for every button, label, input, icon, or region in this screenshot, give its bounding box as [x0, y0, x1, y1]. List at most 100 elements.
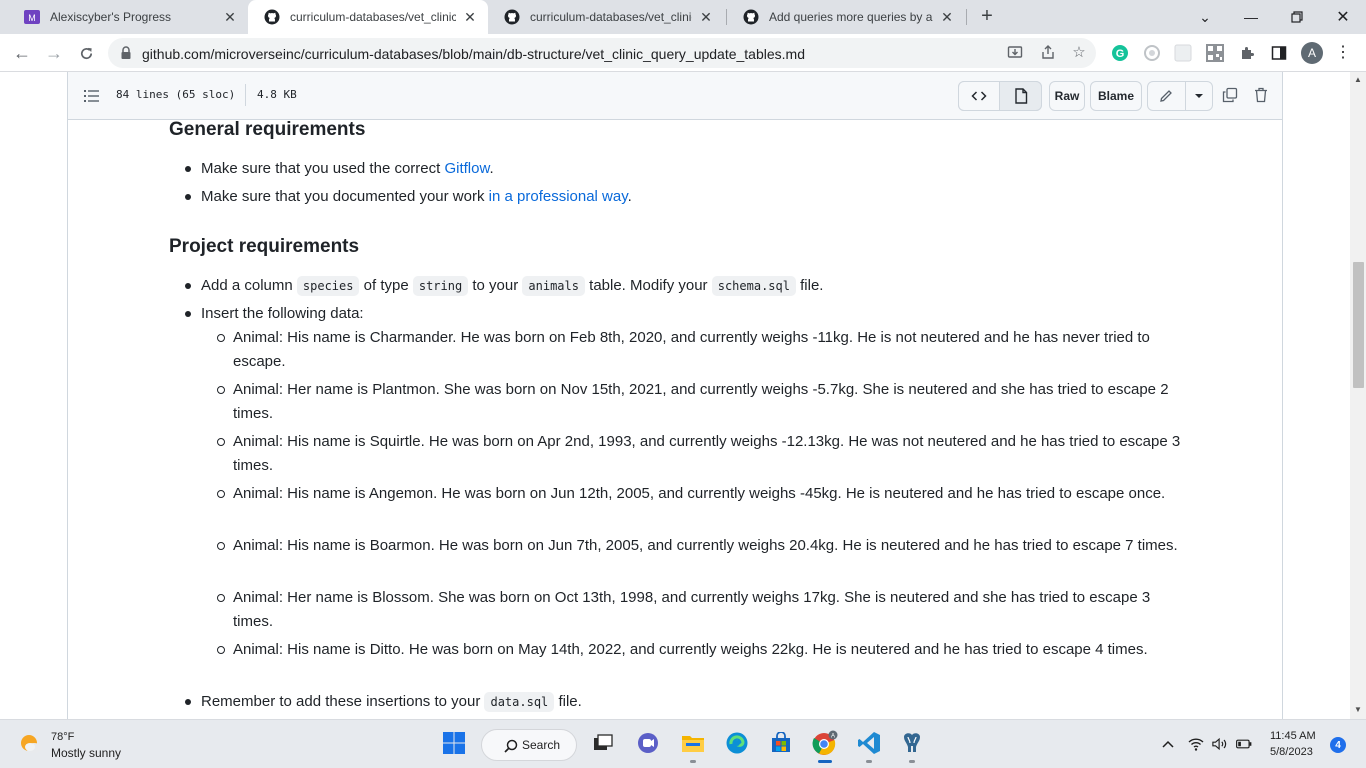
windows-start-icon[interactable]	[441, 730, 467, 756]
search-label: Search	[522, 738, 561, 752]
list-item: Add a column species of type string to y…	[184, 274, 823, 298]
speaker-icon[interactable]	[1212, 736, 1228, 752]
github-icon	[504, 9, 520, 25]
scroll-up-arrow-icon[interactable]: ▲	[1354, 76, 1362, 84]
list-text: file.	[554, 693, 582, 710]
close-icon[interactable]: ✕	[939, 9, 955, 25]
blame-button[interactable]: Blame	[1090, 81, 1142, 111]
inline-code: animals	[522, 276, 585, 296]
url-text[interactable]: github.com/microverseinc/curriculum-data…	[142, 46, 805, 62]
running-indicator-active	[818, 760, 832, 763]
professional-way-link[interactable]: in a professional way	[489, 188, 628, 205]
menu-kebab-icon[interactable]: ⋮	[1334, 43, 1352, 61]
list-text: .	[489, 160, 494, 177]
tab-progress[interactable]: M Alexiscyber's Progress ✕	[8, 0, 248, 34]
reload-button[interactable]	[74, 41, 98, 65]
raw-button[interactable]: Raw	[1049, 81, 1085, 111]
outline-list-icon[interactable]	[82, 86, 102, 106]
extensions-puzzle-icon[interactable]	[1237, 43, 1257, 63]
chrome-icon[interactable]: A	[812, 730, 838, 756]
gitflow-link[interactable]: Gitflow	[444, 160, 489, 177]
preview-view-button[interactable]	[999, 81, 1042, 111]
file-explorer-icon[interactable]	[680, 730, 706, 756]
list-text: Add a column	[201, 277, 297, 294]
weather-sun-icon[interactable]	[18, 731, 44, 757]
animal-list-item: Animal: His name is Charmander. He was b…	[217, 326, 1183, 374]
code-icon	[971, 91, 987, 101]
minimize-button[interactable]: —	[1228, 0, 1274, 34]
address-bar[interactable]: github.com/microverseinc/curriculum-data…	[108, 38, 1096, 68]
running-indicator	[690, 760, 696, 763]
list-text: Remember to add these insertions to your	[201, 693, 485, 710]
close-icon[interactable]: ✕	[222, 9, 238, 25]
tab-add-queries[interactable]: Add queries more queries by alex ✕	[727, 0, 965, 34]
scroll-down-arrow-icon[interactable]: ▼	[1354, 706, 1362, 714]
general-requirements-heading: General requirements	[169, 119, 366, 140]
lock-icon[interactable]	[120, 46, 132, 60]
notification-badge[interactable]: 4	[1330, 737, 1346, 753]
new-tab-button[interactable]: +	[977, 6, 997, 26]
pencil-icon[interactable]	[1156, 86, 1176, 106]
tab-vet-clinic-active[interactable]: curriculum-databases/vet_clinic_q ✕	[248, 0, 488, 34]
github-icon	[743, 9, 759, 25]
forward-button[interactable]: →	[42, 41, 66, 65]
microverse-icon: M	[24, 9, 40, 25]
window-close-button[interactable]: ✕	[1320, 0, 1366, 34]
copy-icon[interactable]	[1220, 85, 1240, 105]
svg-text:M: M	[28, 13, 36, 23]
task-view-icon[interactable]	[590, 730, 616, 756]
inline-code: data.sql	[484, 692, 555, 712]
bookmark-star-icon[interactable]: ☆	[1070, 43, 1088, 61]
trash-icon[interactable]	[1251, 85, 1271, 105]
chevron-up-icon[interactable]	[1160, 736, 1176, 752]
postgresql-elephant-icon[interactable]	[899, 730, 925, 756]
extension-square-icon[interactable]	[1173, 43, 1193, 63]
tab-title: curriculum-databases/vet_clinic_q	[290, 10, 456, 24]
weather-temperature[interactable]: 78°F	[51, 731, 74, 743]
file-lines-info: 84 lines (65 sloc)	[116, 88, 236, 101]
microsoft-store-icon[interactable]	[768, 730, 794, 756]
close-icon[interactable]: ✕	[698, 9, 714, 25]
list-text: Make sure that you used the correct	[201, 160, 445, 177]
page-scrollbar[interactable]: ▲ ▼	[1350, 72, 1366, 719]
running-indicator	[909, 760, 915, 763]
teams-chat-icon[interactable]	[635, 730, 661, 756]
maximize-button[interactable]	[1274, 0, 1320, 34]
profile-avatar[interactable]: A	[1301, 42, 1323, 64]
wifi-icon[interactable]	[1188, 736, 1204, 752]
inline-code: string	[412, 276, 469, 296]
taskbar-search[interactable]: Search	[481, 729, 577, 761]
animal-list-item: Animal: Her name is Plantmon. She was bo…	[217, 378, 1183, 426]
battery-icon[interactable]	[1236, 736, 1252, 752]
back-button[interactable]: ←	[10, 41, 34, 65]
code-view-button[interactable]	[958, 81, 1000, 111]
scroll-thumb[interactable]	[1353, 262, 1364, 388]
clock-time[interactable]: 11:45 AM	[1270, 730, 1316, 742]
close-icon[interactable]: ✕	[462, 9, 478, 25]
animal-list-item: Animal: His name is Angemon. He was born…	[217, 482, 1183, 506]
install-icon[interactable]	[1006, 43, 1024, 61]
extension-circle-icon[interactable]	[1142, 43, 1162, 63]
list-text: of type	[359, 277, 413, 294]
running-indicator	[866, 760, 872, 763]
divider	[245, 84, 246, 106]
vscode-icon[interactable]	[856, 730, 882, 756]
share-icon[interactable]	[1039, 43, 1057, 61]
animal-list-item: Animal: His name is Boarmon. He was born…	[217, 534, 1183, 558]
divider	[1185, 82, 1186, 110]
list-item: Remember to add these insertions to your…	[185, 690, 582, 714]
caret-down-icon[interactable]	[1189, 86, 1209, 106]
tab-search-chevron-icon[interactable]: ⌄	[1182, 0, 1228, 34]
tab-title: Alexiscyber's Progress	[50, 10, 171, 24]
qr-code-icon[interactable]	[1205, 43, 1225, 63]
weather-description[interactable]: Mostly sunny	[51, 746, 121, 760]
edge-browser-icon[interactable]	[724, 730, 750, 756]
file-size: 4.8 KB	[257, 88, 297, 101]
github-icon	[264, 9, 280, 25]
side-panel-icon[interactable]	[1269, 43, 1289, 63]
clock-date[interactable]: 5/8/2023	[1270, 746, 1313, 758]
svg-text:A: A	[831, 734, 835, 740]
file-header: 84 lines (65 sloc) 4.8 KB Raw Blame	[68, 72, 1282, 120]
grammarly-icon[interactable]: G	[1110, 43, 1130, 63]
tab-vet-clinic[interactable]: curriculum-databases/vet_clinic_q ✕	[488, 0, 724, 34]
